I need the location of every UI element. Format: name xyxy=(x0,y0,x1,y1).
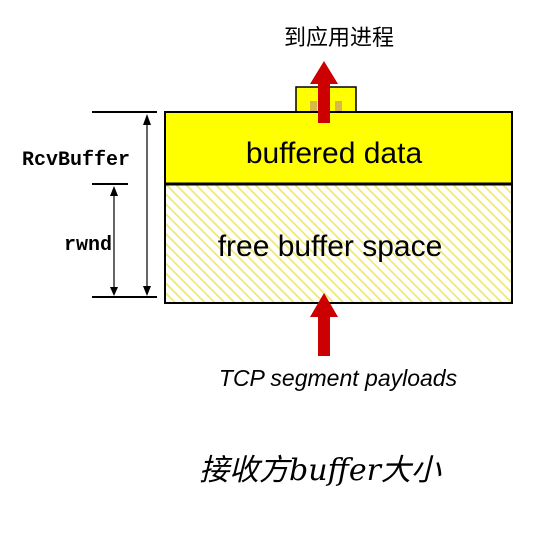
tcp-receive-buffer-diagram: 到应用进程 buffered data free buffer space Rc… xyxy=(22,26,513,488)
caption-receiver-buffer-size: 接收方buffer大小 xyxy=(199,453,442,488)
buffered-data-label: buffered data xyxy=(246,137,423,170)
rwnd-label: rwnd xyxy=(64,234,112,257)
rcvbuffer-dimension xyxy=(92,111,157,298)
to-app-process-label: 到应用进程 xyxy=(284,26,394,51)
free-buffer-space-label: free buffer space xyxy=(218,230,443,263)
tcp-segment-payloads-label: TCP segment payloads xyxy=(219,365,458,391)
rcvbuffer-label: RcvBuffer xyxy=(22,149,130,172)
